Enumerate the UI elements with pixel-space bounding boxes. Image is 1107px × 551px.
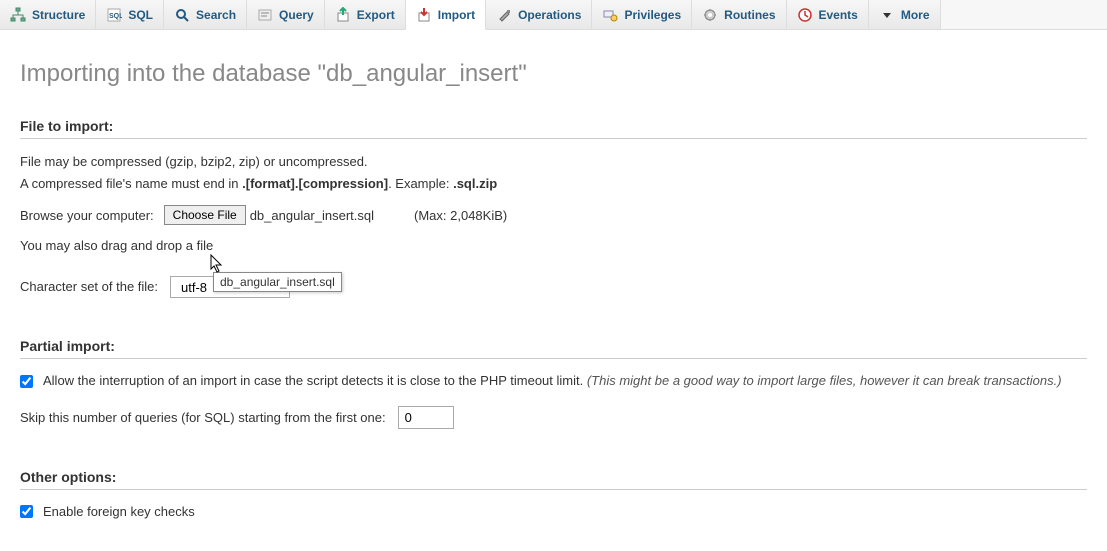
charset-row: Character set of the file: utf-8 xyxy=(20,276,1087,298)
content-area: Importing into the database "db_angular_… xyxy=(0,30,1107,551)
svg-text:SQL: SQL xyxy=(109,13,122,20)
tab-structure[interactable]: Structure xyxy=(0,0,96,29)
charset-label: Character set of the file: xyxy=(20,279,158,294)
browse-label: Browse your computer: xyxy=(20,208,154,223)
browse-row: Browse your computer: Choose File db_ang… xyxy=(20,205,1087,225)
skip-input[interactable] xyxy=(398,406,454,429)
tab-label: Import xyxy=(438,8,475,22)
import-icon xyxy=(416,7,432,23)
tab-label: More xyxy=(901,8,930,22)
tab-export[interactable]: Export xyxy=(325,0,406,29)
choose-file-button[interactable]: Choose File xyxy=(164,205,246,225)
tab-sql[interactable]: SQL SQL xyxy=(96,0,164,29)
allow-interrupt-note: (This might be a good way to import larg… xyxy=(587,373,1062,388)
sql-icon: SQL xyxy=(106,7,122,23)
page-title: Importing into the database "db_angular_… xyxy=(20,60,1087,88)
tab-label: Privileges xyxy=(624,8,681,22)
more-icon xyxy=(879,7,895,23)
tab-more[interactable]: More xyxy=(869,0,941,29)
fk-label: Enable foreign key checks xyxy=(43,504,195,519)
tab-search[interactable]: Search xyxy=(164,0,247,29)
drag-drop-text: You may also drag and drop a file xyxy=(20,237,1087,255)
events-icon xyxy=(797,7,813,23)
search-icon xyxy=(174,7,190,23)
tab-privileges[interactable]: Privileges xyxy=(592,0,692,29)
tab-operations[interactable]: Operations xyxy=(486,0,592,29)
fk-row: Enable foreign key checks xyxy=(20,504,1087,519)
compress-info-1: File may be compressed (gzip, bzip2, zip… xyxy=(20,153,1087,171)
routines-icon xyxy=(702,7,718,23)
file-section-heading: File to import: xyxy=(20,118,1087,139)
tabs-bar: Structure SQL SQL Search Query Export Import Op… xyxy=(0,0,1107,30)
tab-label: Export xyxy=(357,8,395,22)
fk-checkbox[interactable] xyxy=(20,505,33,518)
other-section-heading: Other options: xyxy=(20,469,1087,490)
allow-interrupt-text: Allow the interruption of an import in c… xyxy=(43,373,587,388)
tab-import[interactable]: Import xyxy=(406,0,486,30)
operations-icon xyxy=(496,7,512,23)
tab-query[interactable]: Query xyxy=(247,0,325,29)
tab-label: Operations xyxy=(518,8,581,22)
max-size-label: (Max: 2,048KiB) xyxy=(414,208,507,223)
tab-label: Query xyxy=(279,8,314,22)
tab-label: Routines xyxy=(724,8,775,22)
privileges-icon xyxy=(602,7,618,23)
tab-label: SQL xyxy=(128,8,153,22)
tab-label: Events xyxy=(819,8,858,22)
tab-label: Search xyxy=(196,8,236,22)
partial-section-heading: Partial import: xyxy=(20,338,1087,359)
export-icon xyxy=(335,7,351,23)
file-tooltip: db_angular_insert.sql xyxy=(213,272,342,292)
chosen-filename: db_angular_insert.sql xyxy=(250,208,374,223)
allow-interrupt-checkbox[interactable] xyxy=(20,375,33,388)
compress-info-2: A compressed file's name must end in .[f… xyxy=(20,175,1087,193)
tab-routines[interactable]: Routines xyxy=(692,0,786,29)
tab-events[interactable]: Events xyxy=(787,0,869,29)
cursor-icon xyxy=(210,254,226,274)
skip-label: Skip this number of queries (for SQL) st… xyxy=(20,410,386,425)
skip-row: Skip this number of queries (for SQL) st… xyxy=(20,406,1087,429)
structure-icon xyxy=(10,7,26,23)
query-icon xyxy=(257,7,273,23)
allow-interrupt-row: Allow the interruption of an import in c… xyxy=(20,373,1087,388)
tab-label: Structure xyxy=(32,8,85,22)
